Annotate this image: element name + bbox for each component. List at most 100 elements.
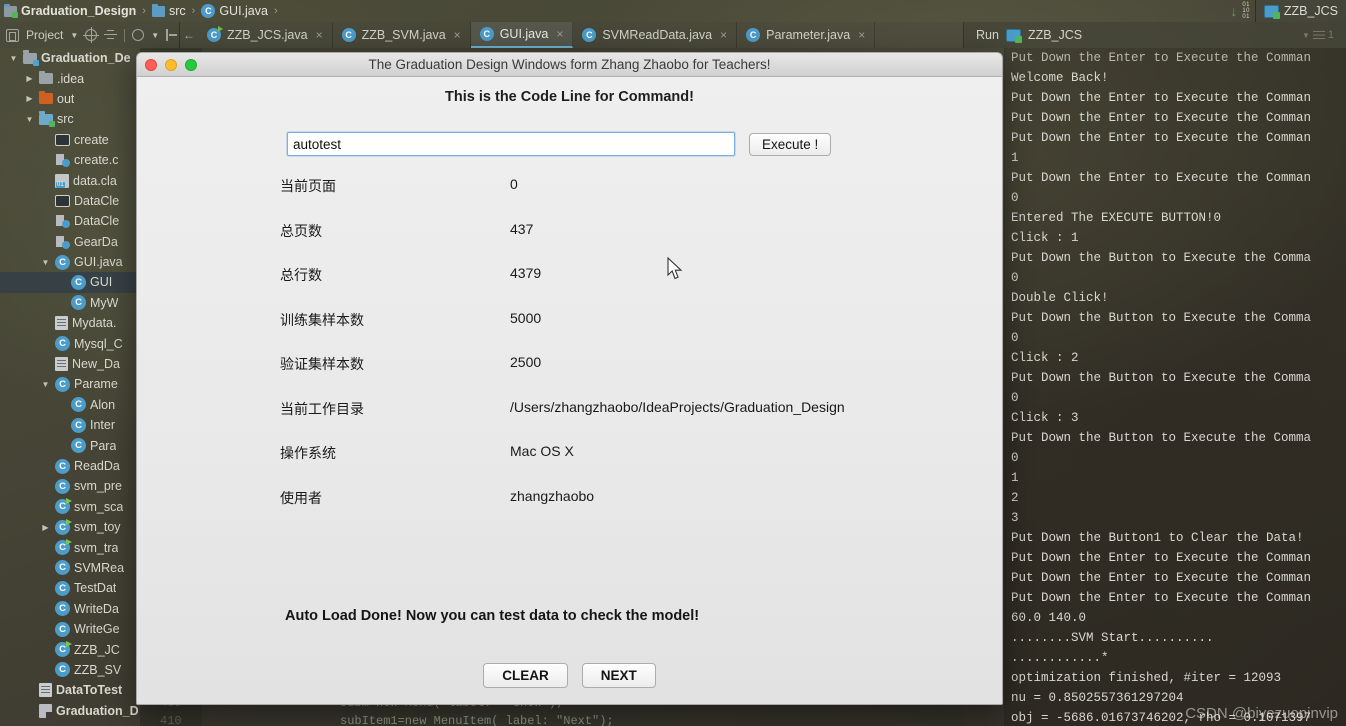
tree-item-new-da[interactable]: New_Da (0, 354, 140, 374)
locate-target-icon[interactable] (83, 27, 100, 43)
tree-item-inter[interactable]: C Inter (0, 415, 140, 435)
breadcrumb-label: src (168, 4, 186, 18)
console-line: 0 (1011, 191, 1019, 205)
editor-tab-zzb_svm-java[interactable]: C ZZB_SVM.java × (333, 22, 471, 48)
console-line: Put Down the Enter to Execute the Comman (1011, 571, 1312, 585)
close-tab-icon[interactable]: × (316, 28, 323, 42)
tree-item-datacle[interactable]: DataCle (0, 191, 140, 211)
chevron-right-icon[interactable]: ▶ (24, 74, 35, 83)
chevron-down-icon[interactable]: ▼ (40, 380, 51, 389)
project-view-icon[interactable] (6, 28, 19, 42)
tree-item-out[interactable]: ▶ out (0, 89, 140, 109)
tree-item-svmrea[interactable]: C SVMRea (0, 558, 140, 578)
tree-item-graduation-d[interactable]: Graduation_D (0, 701, 140, 721)
editor-tab-gui-java[interactable]: C GUI.java × (470, 22, 574, 48)
gear-chevron-down-icon[interactable]: ▼ (151, 31, 159, 40)
close-tab-icon[interactable]: × (720, 28, 727, 42)
editor-tab-parameter-java[interactable]: C Parameter.java × (737, 22, 876, 48)
chevron-right-icon[interactable]: ▶ (24, 94, 35, 103)
tree-item-mysql-c[interactable]: C Mysql_C (0, 333, 140, 353)
close-tab-icon[interactable]: × (454, 28, 461, 42)
run-config-label: ZZB_JCS (1283, 4, 1338, 18)
download-arrow-icon[interactable]: ↓ (1230, 4, 1237, 18)
hide-panel-icon[interactable] (166, 29, 178, 41)
breadcrumb-item-project[interactable]: Graduation_Design (4, 3, 136, 18)
tree-item-label: ZZB_JC (74, 642, 120, 657)
execute-button[interactable]: Execute ! (749, 132, 832, 156)
dialog-subtitle: This is the Code Line for Command! (445, 89, 694, 105)
editor-tab-label: SVMReadData.java (602, 28, 713, 42)
tree-item-label: GearDa (74, 234, 118, 249)
close-tab-icon[interactable]: × (556, 27, 563, 41)
java-class-icon: C (55, 376, 70, 392)
close-tab-icon[interactable]: × (858, 28, 865, 42)
command-row: Execute ! (137, 132, 1002, 156)
java-class-icon: C (746, 28, 761, 42)
tree-item-myw[interactable]: C MyW (0, 293, 140, 313)
minimize-button-icon[interactable] (165, 58, 177, 71)
chevron-down-icon[interactable]: ▼ (40, 258, 51, 267)
tree-item-svm-toy[interactable]: ▶ Csvm_toy (0, 517, 140, 537)
breadcrumb-item-src[interactable]: src (151, 3, 186, 18)
tree-item-create[interactable]: create (0, 130, 140, 150)
java-class-runnable-icon: C (55, 498, 72, 515)
tree-item-data-cla[interactable]: data.cla (0, 170, 140, 190)
chevron-down-icon[interactable]: ▼ (24, 115, 35, 124)
breadcrumb-right-icons: ↓ 01 10 01 (1230, 2, 1250, 20)
chevron-right-icon[interactable]: ▶ (40, 523, 51, 532)
tree-item-alon[interactable]: C Alon (0, 395, 140, 415)
close-button-icon[interactable] (145, 58, 157, 71)
gear-icon[interactable] (132, 29, 145, 41)
tree-item-svm-sca[interactable]: Csvm_sca (0, 497, 140, 517)
breadcrumb-separator-icon: › (191, 5, 196, 17)
run-toolwindow-header: Run ZZB_JCS (963, 22, 1346, 48)
tree-item-label: Graduation_De (41, 51, 131, 66)
tree-item-zzb-jc[interactable]: C ZZB_JC (0, 639, 140, 659)
run-configuration-selector[interactable]: ZZB_JCS (1254, 0, 1346, 22)
chevron-down-icon[interactable]: ▼ (70, 31, 78, 40)
maximize-button-icon[interactable] (185, 58, 197, 71)
tree-item-datacle[interactable]: DataCle (0, 211, 140, 231)
run-config-name[interactable]: ZZB_JCS (1028, 28, 1082, 42)
clear-button[interactable]: CLEAR (483, 663, 568, 688)
editor-tab-zzb_jcs-java[interactable]: C ZZB_JCS.java × (198, 22, 333, 48)
project-tree[interactable]: ▼ Graduation_De ▶ .idea ▶ out ▼ src create create… (0, 48, 140, 726)
tree-item-writeda[interactable]: C WriteDa (0, 599, 140, 619)
info-row: 使用者 zhangzhaobo (280, 488, 1002, 533)
info-label: 使用者 (280, 489, 322, 506)
tree-item-gui-java[interactable]: ▼ C GUI.java (0, 252, 140, 272)
tree-item-mydata-[interactable]: Mydata. (0, 313, 140, 333)
tree-item-svm-tra[interactable]: Csvm_tra (0, 537, 140, 557)
tree-item-zzb-sv[interactable]: C ZZB_SV (0, 660, 140, 680)
console-line: Put Down the Button to Execute the Comma (1011, 431, 1312, 445)
editor-tab-svmreaddata-java[interactable]: C SVMReadData.java × (573, 22, 738, 48)
tree-item-parame[interactable]: ▼ C Parame (0, 374, 140, 394)
tree-item-readda[interactable]: C ReadDa (0, 456, 140, 476)
folder-icon (39, 70, 53, 85)
tree-item--idea[interactable]: ▶ .idea (0, 68, 140, 88)
chevron-down-icon[interactable]: ▼ (8, 54, 19, 63)
tree-item-create-c[interactable]: create.c (0, 150, 140, 170)
editor-tab-label: ZZB_SVM.java (361, 28, 446, 42)
console-line: 1 (1011, 471, 1019, 485)
tree-item-datatotest[interactable]: DataToTest (0, 680, 140, 700)
tree-item-writege[interactable]: C WriteGe (0, 619, 140, 639)
tree-item-para[interactable]: C Para (0, 435, 140, 455)
dialog-titlebar[interactable]: The Graduation Design Windows form Zhang… (137, 53, 1002, 77)
tree-item-testdat[interactable]: C TestDat (0, 578, 140, 598)
tree-item-graduation-de[interactable]: ▼ Graduation_De (0, 48, 140, 68)
project-view-label[interactable]: Project (26, 28, 63, 42)
tree-item-gearda[interactable]: GearDa (0, 232, 140, 252)
tabs-scroll-left-icon[interactable]: ← (180, 22, 198, 48)
tree-item-src[interactable]: ▼ src (0, 109, 140, 129)
next-button[interactable]: NEXT (581, 663, 656, 688)
collapse-all-icon[interactable] (104, 29, 118, 41)
breadcrumb-item-file[interactable]: C GUI.java (201, 4, 268, 18)
console-output[interactable]: Put Down the Enter to Execute the Comman… (1005, 48, 1346, 726)
tree-item-svm-pre[interactable]: Csvm_pre (0, 476, 140, 496)
shared-file-icon (55, 214, 70, 229)
tree-item-gui[interactable]: C GUI (0, 272, 140, 293)
java-class-icon: C (582, 28, 597, 42)
command-input[interactable] (287, 132, 735, 156)
terminal-file-icon (55, 194, 70, 207)
